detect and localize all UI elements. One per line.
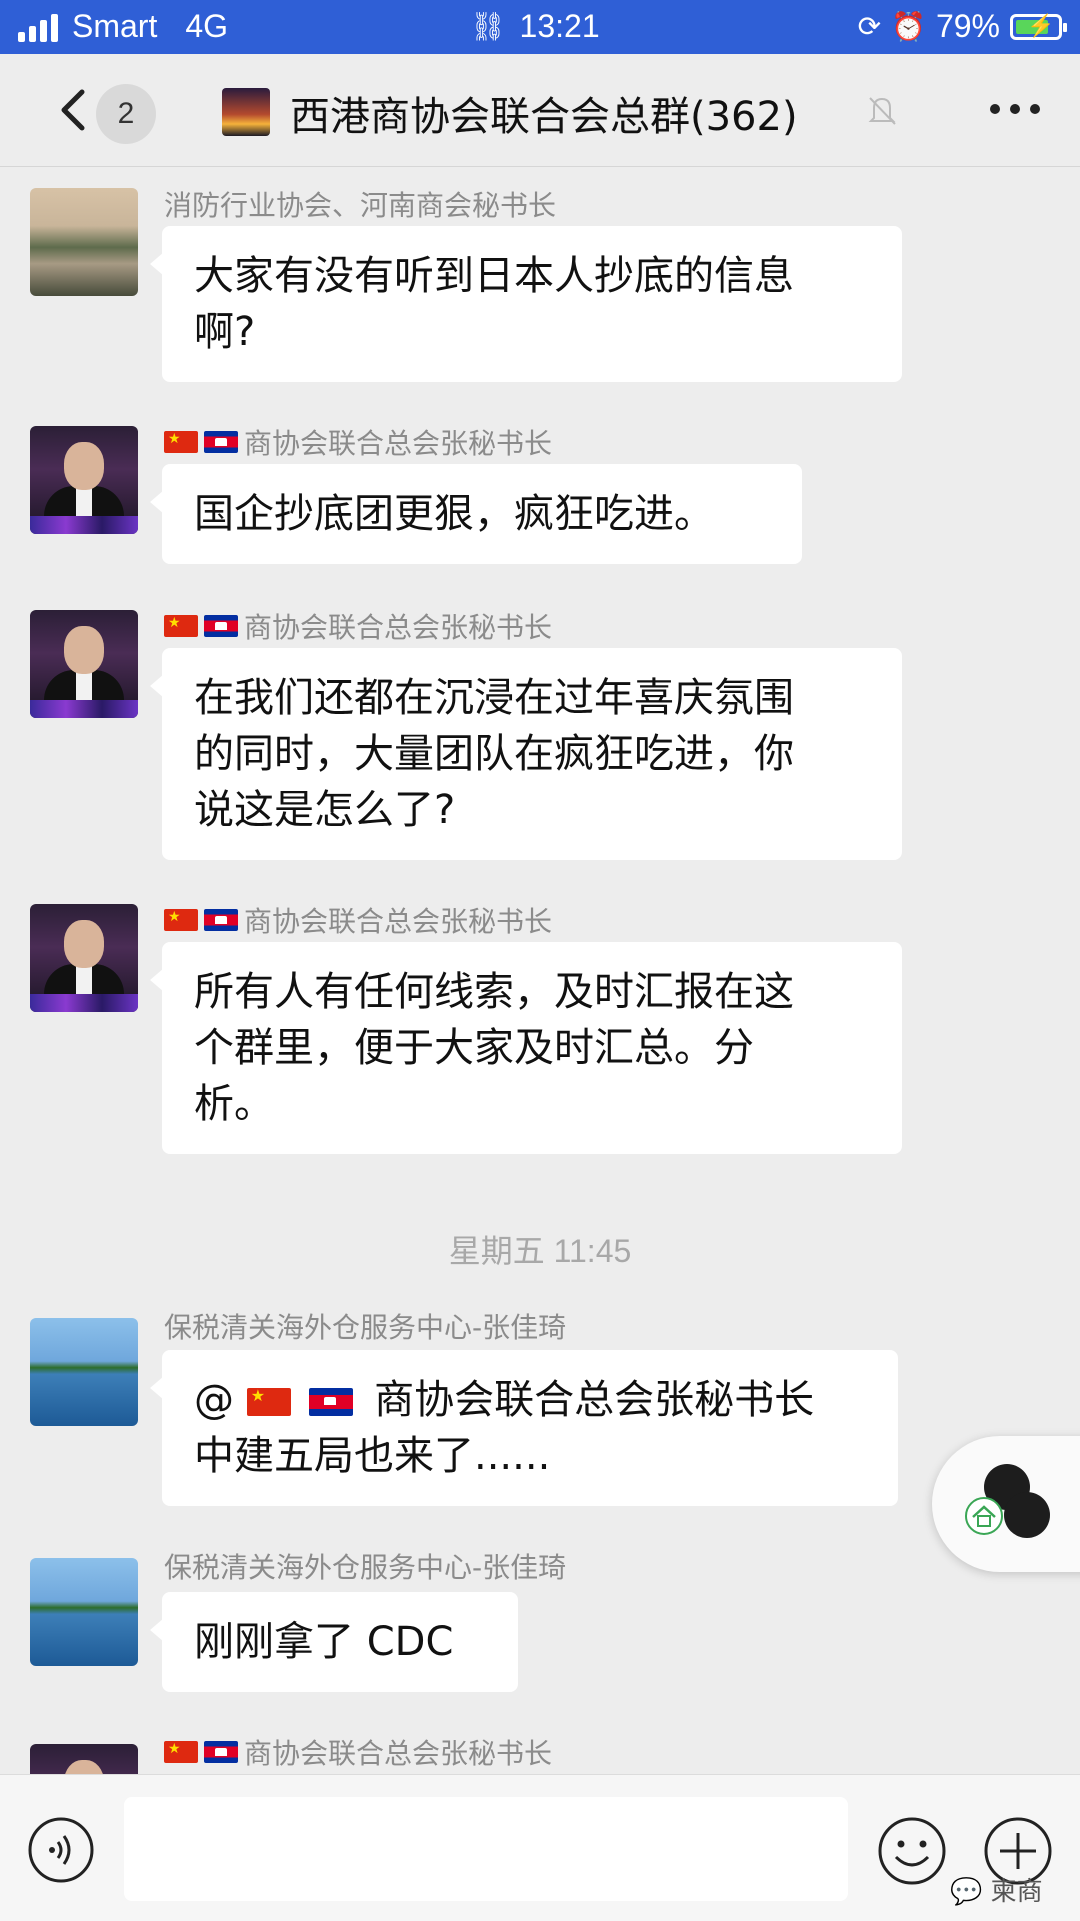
avatar[interactable] — [30, 1744, 138, 1774]
battery-percent: 79% — [935, 8, 1000, 44]
avatar[interactable] — [30, 1318, 138, 1426]
avatar[interactable] — [30, 904, 138, 1012]
sender-name: ★ 商协会联合总会张秘书长 — [164, 900, 552, 940]
mention-prefix: @ — [194, 1377, 234, 1423]
china-flag-icon: ★ — [164, 615, 198, 637]
message-input[interactable] — [124, 1797, 848, 1901]
message-bubble[interactable]: @ ★ 商协会联合总会张秘书长 中建五局也来了...... — [150, 1350, 898, 1506]
avatar[interactable] — [30, 188, 138, 296]
cambodia-flag-icon — [204, 1741, 238, 1763]
message-bubble[interactable]: 所有人有任何线索，及时汇报在这 个群里，便于大家及时汇总。分 析。 — [150, 942, 902, 1154]
chat-header: 2 西港商协会联合会总群(362) — [0, 54, 1080, 167]
sender-name: 保税清关海外仓服务中心-张佳琦 — [164, 1551, 567, 1584]
carrier-label: Smart — [72, 8, 158, 44]
alarm-icon: ⏰ — [891, 11, 926, 42]
link-icon: ⛓ — [470, 11, 506, 42]
network-label: 4G — [185, 8, 229, 44]
orientation-lock-icon: ⟳ — [857, 11, 882, 42]
sender-name: ★ 商协会联合总会张秘书长 — [164, 1732, 552, 1772]
china-flag-icon: ★ — [246, 1388, 291, 1416]
message-bubble[interactable]: 国企抄底团更狠，疯狂吃进。 — [150, 464, 802, 564]
message-item: ★ 商协会联合总会张秘书长 — [0, 1730, 1080, 1774]
china-flag-icon: ★ — [164, 431, 198, 453]
avatar[interactable] — [30, 426, 138, 534]
signal-icon — [18, 12, 58, 42]
more-options-icon[interactable] — [990, 104, 1040, 114]
cambodia-flag-icon — [204, 431, 238, 453]
battery-icon: ⚡ — [1010, 13, 1067, 40]
message-bubble[interactable]: 大家有没有听到日本人抄底的信息 啊? — [150, 226, 902, 382]
sender-name: ★ 商协会联合总会张秘书长 — [164, 606, 552, 646]
page-title: 西港商协会联合会总群(362) — [290, 94, 798, 140]
clock-time: 13:21 — [519, 8, 600, 44]
unread-badge[interactable]: 2 — [96, 84, 156, 144]
watermark: 💬 柬商 — [950, 1877, 1043, 1907]
avatar[interactable] — [30, 610, 138, 718]
sender-name: 保税清关海外仓服务中心-张佳琦 — [164, 1311, 567, 1344]
input-bar: 💬 柬商 — [0, 1774, 1080, 1921]
mute-bell-icon — [868, 97, 896, 125]
group-avatar — [222, 88, 270, 136]
time-divider: 星期五 11:45 — [448, 1233, 632, 1269]
avatar[interactable] — [30, 1558, 138, 1666]
voice-input-icon[interactable] — [26, 1815, 96, 1885]
cambodia-flag-icon — [204, 909, 238, 931]
message-bubble[interactable]: 在我们还都在沉浸在过年喜庆氛围 的同时，大量团队在疯狂吃进，你 说这是怎么了? — [150, 648, 902, 860]
message-bubble[interactable]: 刚刚拿了 CDC — [150, 1592, 518, 1692]
wechat-icon: 💬 — [950, 1877, 983, 1907]
sender-name: ★ 商协会联合总会张秘书长 — [164, 422, 552, 462]
cambodia-flag-icon — [309, 1388, 354, 1416]
china-flag-icon: ★ — [164, 1741, 198, 1763]
sender-name: 消防行业协会、河南商会秘书长 — [164, 189, 557, 222]
emoji-icon[interactable] — [876, 1815, 948, 1887]
status-bar: Smart 4G ⛓ 13:21 ⟳ ⏰ 79% ⚡ — [0, 0, 1080, 54]
floating-window-button[interactable] — [932, 1436, 1080, 1572]
china-flag-icon: ★ — [164, 909, 198, 931]
cambodia-flag-icon — [204, 615, 238, 637]
home-icon — [965, 1497, 1003, 1535]
